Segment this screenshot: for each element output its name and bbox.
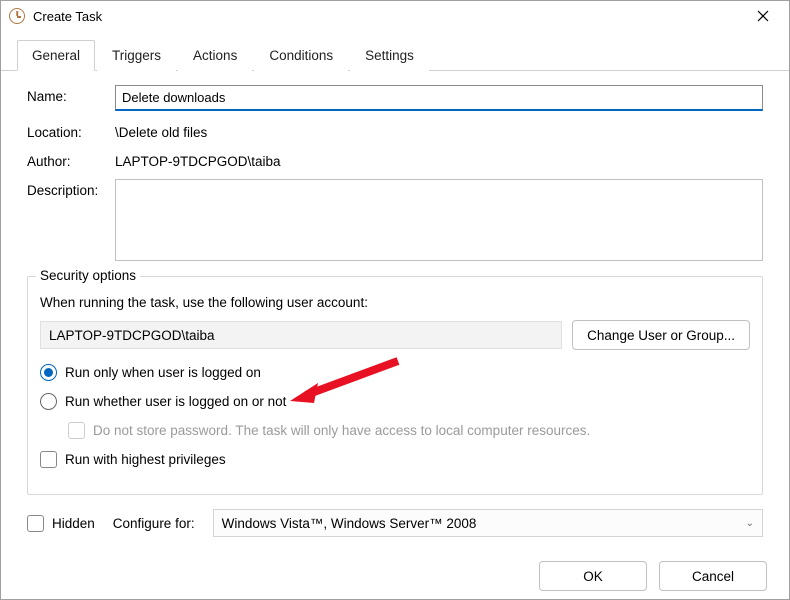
titlebar: Create Task [1, 1, 789, 31]
configure-for-label: Configure for: [113, 516, 195, 531]
tab-content-general: Name: Location: \Delete old files Author… [1, 71, 789, 547]
radio-run-logged-on-label: Run only when user is logged on [65, 365, 261, 380]
radio-run-logged-on[interactable]: Run only when user is logged on [40, 364, 750, 381]
chevron-down-icon: ⌄ [746, 518, 754, 529]
location-value: \Delete old files [115, 121, 763, 140]
security-options-legend: Security options [36, 268, 140, 283]
hidden-label: Hidden [52, 516, 95, 531]
radio-icon-checked [40, 364, 57, 381]
user-account-display: LAPTOP-9TDCPGOD\taiba [40, 321, 562, 349]
no-store-label: Do not store password. The task will onl… [93, 423, 590, 438]
checkbox-icon [40, 451, 57, 468]
dialog-footer: OK Cancel [1, 547, 789, 600]
security-options-group: Security options When running the task, … [27, 276, 763, 495]
highest-label: Run with highest privileges [65, 452, 226, 467]
tab-conditions[interactable]: Conditions [254, 40, 348, 71]
checkbox-icon [27, 515, 44, 532]
author-label: Author: [27, 150, 115, 169]
radio-icon-unchecked [40, 393, 57, 410]
radio-run-whether-label: Run whether user is logged on or not [65, 394, 286, 409]
tab-actions[interactable]: Actions [178, 40, 252, 71]
checkbox-no-store-password: Do not store password. The task will onl… [68, 422, 750, 439]
radio-run-whether[interactable]: Run whether user is logged on or not [40, 393, 750, 410]
name-input[interactable] [115, 85, 763, 111]
configure-for-select[interactable]: Windows Vista™, Windows Server™ 2008 ⌄ [213, 509, 763, 537]
tab-triggers[interactable]: Triggers [97, 40, 176, 71]
ok-button[interactable]: OK [539, 561, 647, 591]
location-label: Location: [27, 121, 115, 140]
checkbox-icon-disabled [68, 422, 85, 439]
close-icon [757, 10, 769, 22]
cancel-button[interactable]: Cancel [659, 561, 767, 591]
tab-settings[interactable]: Settings [350, 40, 429, 71]
create-task-window: Create Task General Triggers Actions Con… [0, 0, 790, 600]
tab-strip: General Triggers Actions Conditions Sett… [1, 31, 789, 71]
checkbox-hidden[interactable]: Hidden [27, 515, 95, 532]
description-input[interactable] [115, 179, 763, 261]
checkbox-highest-privileges[interactable]: Run with highest privileges [40, 451, 750, 468]
tab-general[interactable]: General [17, 40, 95, 71]
close-button[interactable] [741, 1, 785, 31]
when-running-label: When running the task, use the following… [40, 295, 750, 310]
task-scheduler-icon [9, 8, 25, 24]
name-label: Name: [27, 85, 115, 104]
author-value: LAPTOP-9TDCPGOD\taiba [115, 150, 763, 169]
window-title: Create Task [33, 9, 741, 24]
description-label: Description: [27, 179, 115, 198]
change-user-button[interactable]: Change User or Group... [572, 320, 750, 350]
configure-for-value: Windows Vista™, Windows Server™ 2008 [222, 516, 477, 531]
